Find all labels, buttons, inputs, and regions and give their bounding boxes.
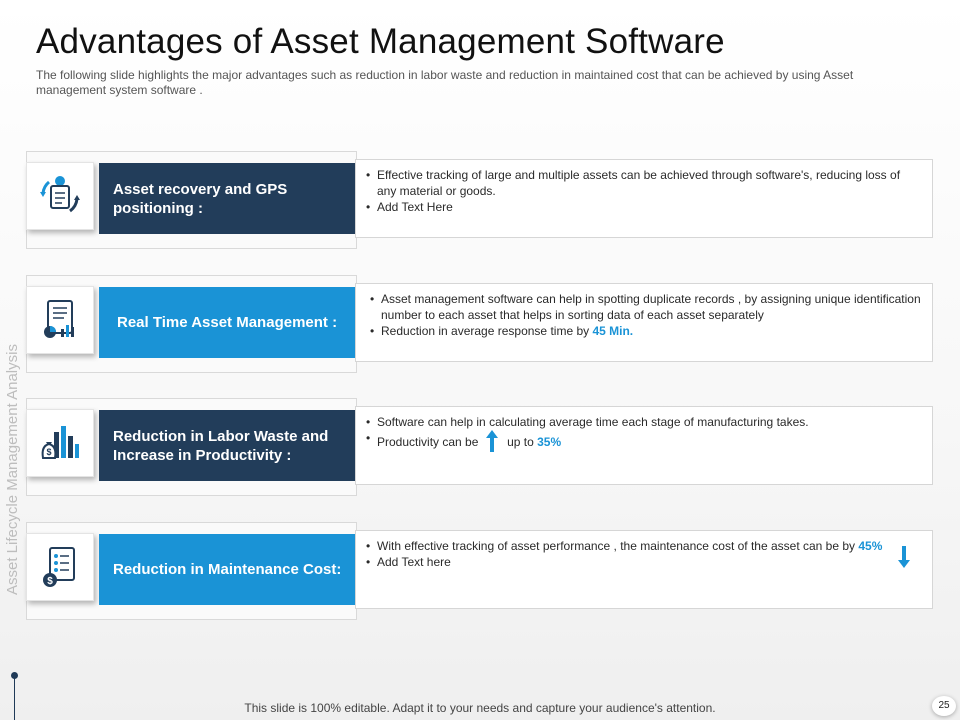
slide-subtitle: The following slide highlights the major…: [36, 68, 854, 97]
side-dot: [11, 672, 18, 679]
bullet: Software can help in calculating average…: [364, 414, 922, 430]
row-description: Software can help in calculating average…: [355, 406, 933, 485]
svg-text:$: $: [47, 576, 53, 587]
row-description: With effective tracking of asset perform…: [355, 530, 933, 609]
bullet: Add Text here: [364, 554, 896, 570]
advantage-row-4: $ Reduction in Maintenance Cost: With ef…: [0, 522, 960, 622]
advantage-row-1: Asset recovery and GPS positioning : Eff…: [0, 151, 960, 251]
row-label: Reduction in Maintenance Cost:: [99, 534, 355, 605]
bullet-suffix: up to: [507, 435, 534, 450]
bullet-text: Productivity can be: [377, 435, 479, 450]
footer-note: This slide is 100% editable. Adapt it to…: [244, 701, 716, 715]
advantage-row-3: $ Reduction in Labor Waste and Increase …: [0, 398, 960, 498]
row-label: Real Time Asset Management :: [99, 287, 355, 358]
bullet-text: With effective tracking of asset perform…: [377, 539, 856, 553]
bullet: With effective tracking of asset perform…: [364, 538, 896, 554]
bullet: Productivity can be up to 35%: [364, 430, 922, 456]
bullet: Reduction in average response time by 45…: [368, 323, 922, 339]
asset-recovery-icon: [26, 162, 94, 230]
svg-text:$: $: [46, 447, 51, 457]
arrow-up-icon: [485, 430, 498, 456]
row-label: Reduction in Labor Waste and Increase in…: [99, 410, 355, 481]
row-description: Effective tracking of large and multiple…: [355, 159, 933, 238]
money-growth-icon: $: [26, 409, 94, 477]
slide-title: Advantages of Asset Management Software: [36, 22, 725, 61]
bullet: Add Text Here: [364, 199, 922, 215]
maintenance-cost-icon: $: [26, 533, 94, 601]
highlight-value: 35%: [537, 435, 562, 450]
bullet: Asset management software can help in sp…: [368, 291, 922, 323]
bullet-text: Reduction in average response time by: [381, 324, 590, 338]
arrow-down-icon: [898, 546, 910, 572]
highlight-value: 45 Min.: [592, 324, 634, 338]
report-chart-icon: [26, 286, 94, 354]
highlight-value: 45%: [858, 539, 883, 553]
bullet: Effective tracking of large and multiple…: [364, 167, 922, 199]
advantage-row-2: Real Time Asset Management : Asset manag…: [0, 275, 960, 375]
row-label: Asset recovery and GPS positioning :: [99, 163, 355, 234]
row-description: Asset management software can help in sp…: [355, 283, 933, 362]
page-number: 25: [932, 696, 956, 716]
